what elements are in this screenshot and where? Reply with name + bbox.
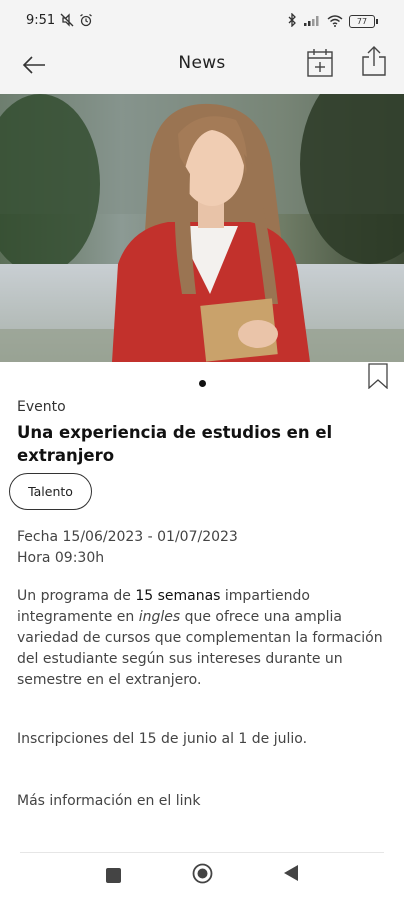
triangle-back-icon xyxy=(283,864,299,886)
system-nav-bar xyxy=(0,853,404,900)
share-icon xyxy=(360,45,388,81)
system-back-button[interactable] xyxy=(283,864,299,886)
signal-icon xyxy=(303,12,321,31)
status-bar: 9:51 77 xyxy=(0,0,404,40)
share-button[interactable] xyxy=(358,46,390,80)
registration-text: Inscripciones del 15 de junio al 1 de ju… xyxy=(17,731,308,747)
bookmark-icon xyxy=(367,363,389,393)
more-info-link[interactable]: Más información en el link xyxy=(17,793,201,809)
page-title: News xyxy=(178,53,226,73)
body-text-1: Un programa de xyxy=(17,588,136,604)
add-to-calendar-button[interactable] xyxy=(304,48,336,82)
tag-chip[interactable]: Talento xyxy=(9,473,92,510)
event-dates: Fecha 15/06/2023 - 01/07/2023 Hora 09:30… xyxy=(17,527,238,569)
body-highlight-weeks: 15 semanas xyxy=(135,588,221,604)
event-time-line: Hora 09:30h xyxy=(17,550,105,566)
alarm-icon xyxy=(79,12,93,31)
battery-icon: 77 xyxy=(349,15,378,28)
mute-icon xyxy=(60,12,74,31)
carousel-indicator[interactable] xyxy=(199,380,206,387)
battery-level: 77 xyxy=(349,15,375,28)
hero-image[interactable] xyxy=(0,94,404,362)
body-highlight-language: ingles xyxy=(138,609,181,625)
home-button[interactable] xyxy=(192,863,213,888)
wifi-icon xyxy=(327,12,343,31)
status-time: 9:51 xyxy=(26,13,56,28)
recents-button[interactable] xyxy=(106,868,121,883)
article-title: Una experiencia de estudios en el extran… xyxy=(17,423,333,465)
bookmark-button[interactable] xyxy=(366,363,390,393)
article-body: Un programa de 15 semanas impartiendo in… xyxy=(17,586,389,691)
hero-photo xyxy=(0,94,404,362)
app-bar: News xyxy=(0,40,404,94)
home-circle-icon xyxy=(192,863,213,888)
calendar-add-icon xyxy=(306,48,334,82)
event-date-line: Fecha 15/06/2023 - 01/07/2023 xyxy=(17,529,238,545)
bluetooth-icon xyxy=(287,12,297,31)
article-category: Evento xyxy=(17,399,66,415)
